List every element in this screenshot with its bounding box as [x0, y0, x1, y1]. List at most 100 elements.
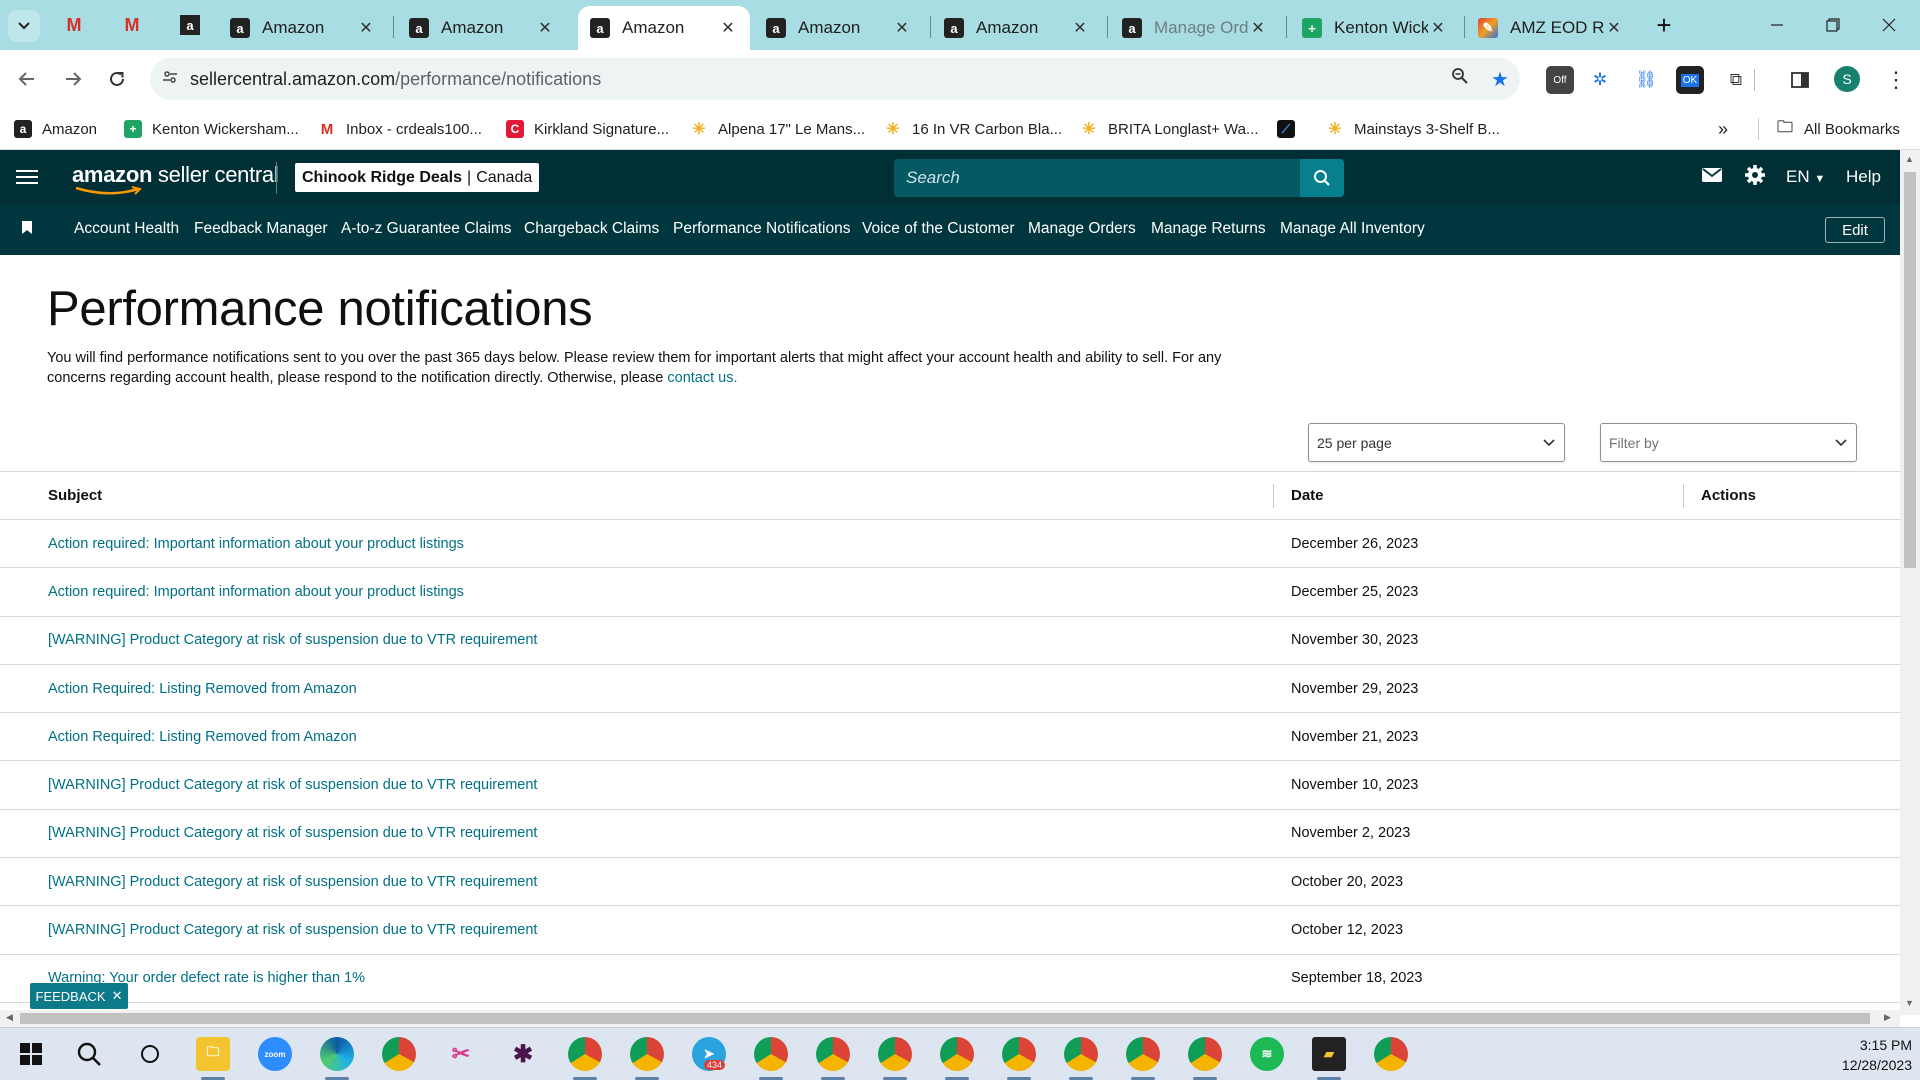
- extensions-puzzle-icon[interactable]: ⧉: [1722, 66, 1750, 94]
- zoom-app-icon[interactable]: zoom: [258, 1037, 292, 1071]
- notification-subject-link[interactable]: Action Required: Listing Removed from Am…: [48, 681, 357, 697]
- close-tab-icon[interactable]: ✕: [1248, 18, 1268, 38]
- bookmark-star-icon[interactable]: ★: [1480, 67, 1520, 92]
- vertical-scrollbar[interactable]: ▲ ▼: [1900, 150, 1920, 1015]
- scrollbar-thumb[interactable]: [20, 1013, 1870, 1024]
- close-icon[interactable]: ✕: [112, 988, 123, 1004]
- chrome-icon[interactable]: [878, 1037, 912, 1071]
- search-button[interactable]: [1300, 159, 1344, 197]
- scroll-right-arrow-icon[interactable]: ▶: [1884, 1012, 1891, 1023]
- notification-subject-link[interactable]: Action required: Important information a…: [48, 536, 464, 552]
- search-icon[interactable]: [72, 1037, 106, 1071]
- chrome-icon[interactable]: [940, 1037, 974, 1071]
- bookmark-item[interactable]: + Kenton Wickersham...: [124, 116, 299, 142]
- chrome-icon[interactable]: [1188, 1037, 1222, 1071]
- browser-menu-icon[interactable]: ⋮: [1882, 66, 1910, 94]
- chrome-icon[interactable]: [630, 1037, 664, 1071]
- side-panel-icon[interactable]: [1786, 66, 1814, 94]
- notification-subject-link[interactable]: [WARNING] Product Category at risk of su…: [48, 632, 537, 648]
- store-switcher[interactable]: Chinook Ridge Deals | Canada: [295, 163, 540, 192]
- close-tab-icon[interactable]: ✕: [356, 18, 376, 38]
- close-window-button[interactable]: [1866, 8, 1912, 42]
- scroll-down-arrow-icon[interactable]: ▼: [1905, 998, 1914, 1008]
- language-selector[interactable]: EN ▼: [1786, 167, 1825, 187]
- nav-item-chargeback-claims[interactable]: Chargeback Claims: [524, 220, 659, 238]
- browser-tab[interactable]: + Kenton Wick ✕: [1290, 6, 1460, 50]
- contact-us-link[interactable]: contact us.: [667, 370, 737, 386]
- forward-button[interactable]: [56, 62, 90, 96]
- chrome-icon[interactable]: [568, 1037, 602, 1071]
- scroll-left-arrow-icon[interactable]: ◀: [6, 1012, 13, 1023]
- all-bookmarks-button[interactable]: 🗀 All Bookmarks: [1776, 116, 1900, 142]
- chrome-icon[interactable]: [1126, 1037, 1160, 1071]
- mail-icon[interactable]: [1702, 166, 1722, 189]
- hamburger-menu-icon[interactable]: [16, 164, 38, 190]
- nav-item-feedback-manager[interactable]: Feedback Manager: [194, 220, 328, 238]
- nav-item-manage-orders[interactable]: Manage Orders: [1028, 220, 1136, 238]
- nav-item-manage-returns[interactable]: Manage Returns: [1151, 220, 1266, 238]
- bookmark-item[interactable]: ✳ Mainstays 3-Shelf B...: [1326, 116, 1500, 142]
- pinned-tab-gmail-1[interactable]: M: [60, 12, 88, 38]
- browser-tab[interactable]: ✎ AMZ EOD Re ✕: [1466, 6, 1636, 50]
- chrome-icon[interactable]: [1064, 1037, 1098, 1071]
- settings-gear-icon[interactable]: [1744, 164, 1766, 192]
- close-tab-icon[interactable]: ✕: [892, 18, 912, 38]
- reload-button[interactable]: [100, 62, 134, 96]
- help-link[interactable]: Help: [1846, 167, 1881, 187]
- sticky-notes-icon[interactable]: ▰: [1312, 1037, 1346, 1071]
- address-bar[interactable]: sellercentral.amazon.com/performance/not…: [150, 58, 1520, 100]
- minimize-window-button[interactable]: [1754, 8, 1800, 42]
- filter-by-select[interactable]: Filter by: [1600, 423, 1857, 462]
- feedback-button[interactable]: FEEDBACK ✕: [30, 983, 128, 1009]
- tab-search-button[interactable]: [8, 10, 40, 42]
- extension-ok-icon[interactable]: OK: [1676, 66, 1704, 94]
- seller-central-logo[interactable]: amazon seller central: [72, 162, 279, 188]
- bookmark-item[interactable]: ✳ 16 In VR Carbon Bla...: [884, 116, 1062, 142]
- bookmark-item[interactable]: a Amazon: [14, 116, 97, 142]
- file-explorer-icon[interactable]: 🗀: [196, 1037, 230, 1071]
- task-view-icon[interactable]: [133, 1037, 167, 1071]
- nav-item-manage-all-inventory[interactable]: Manage All Inventory: [1280, 220, 1425, 238]
- scrollbar-thumb[interactable]: [1904, 172, 1916, 568]
- notification-subject-link[interactable]: [WARNING] Product Category at risk of su…: [48, 922, 537, 938]
- nav-item-a-to-z-claims[interactable]: A-to-z Guarantee Claims: [341, 220, 512, 238]
- close-tab-icon[interactable]: ✕: [1604, 18, 1624, 38]
- notification-subject-link[interactable]: Action Required: Listing Removed from Am…: [48, 729, 357, 745]
- notification-subject-link[interactable]: [WARNING] Product Category at risk of su…: [48, 777, 537, 793]
- notification-subject-link[interactable]: Action required: Important information a…: [48, 584, 464, 600]
- chrome-icon[interactable]: [382, 1037, 416, 1071]
- profile-avatar[interactable]: S: [1834, 66, 1860, 92]
- pinned-tab-amazon[interactable]: a: [176, 12, 204, 38]
- chrome-icon[interactable]: [1002, 1037, 1036, 1071]
- restore-window-button[interactable]: [1810, 8, 1856, 42]
- nav-item-performance-notifications[interactable]: Performance Notifications: [673, 220, 850, 238]
- close-tab-icon[interactable]: ✕: [1070, 18, 1090, 38]
- spotify-icon[interactable]: ≋: [1250, 1037, 1284, 1071]
- more-bookmarks-chevron-icon[interactable]: »: [1718, 116, 1728, 142]
- notification-subject-link[interactable]: [WARNING] Product Category at risk of su…: [48, 874, 537, 890]
- bookmark-item[interactable]: ⟋: [1277, 116, 1305, 142]
- zoom-icon[interactable]: [1440, 67, 1480, 91]
- bookmark-item[interactable]: M Inbox - crdeals100...: [318, 116, 482, 142]
- browser-tab[interactable]: a Amazon ✕: [754, 6, 924, 50]
- extension-link-icon[interactable]: ⛓: [1632, 66, 1660, 94]
- system-clock[interactable]: 3:15 PM 12/28/2023: [1812, 1035, 1912, 1075]
- new-tab-button[interactable]: +: [1650, 12, 1678, 40]
- bookmark-icon[interactable]: [22, 221, 32, 234]
- chrome-icon[interactable]: [754, 1037, 788, 1071]
- column-header-subject[interactable]: Subject: [0, 471, 1273, 520]
- close-tab-icon[interactable]: ✕: [718, 18, 738, 38]
- column-header-date[interactable]: Date: [1273, 471, 1683, 520]
- close-tab-icon[interactable]: ✕: [535, 18, 555, 38]
- nav-item-voice-of-customer[interactable]: Voice of the Customer: [862, 220, 1015, 238]
- chrome-icon[interactable]: [1374, 1037, 1408, 1071]
- edit-nav-button[interactable]: Edit: [1825, 217, 1885, 243]
- scroll-up-arrow-icon[interactable]: ▲: [1905, 154, 1914, 164]
- browser-tab[interactable]: a Amazon ✕: [397, 6, 567, 50]
- snipping-tool-icon[interactable]: ✂: [444, 1037, 478, 1071]
- browser-tab-active[interactable]: a Amazon ✕: [578, 6, 750, 50]
- edge-browser-icon[interactable]: [320, 1037, 354, 1071]
- browser-tab[interactable]: a Amazon ✕: [932, 6, 1102, 50]
- bookmark-item[interactable]: C Kirkland Signature...: [506, 116, 669, 142]
- extension-off-icon[interactable]: Off: [1546, 66, 1574, 94]
